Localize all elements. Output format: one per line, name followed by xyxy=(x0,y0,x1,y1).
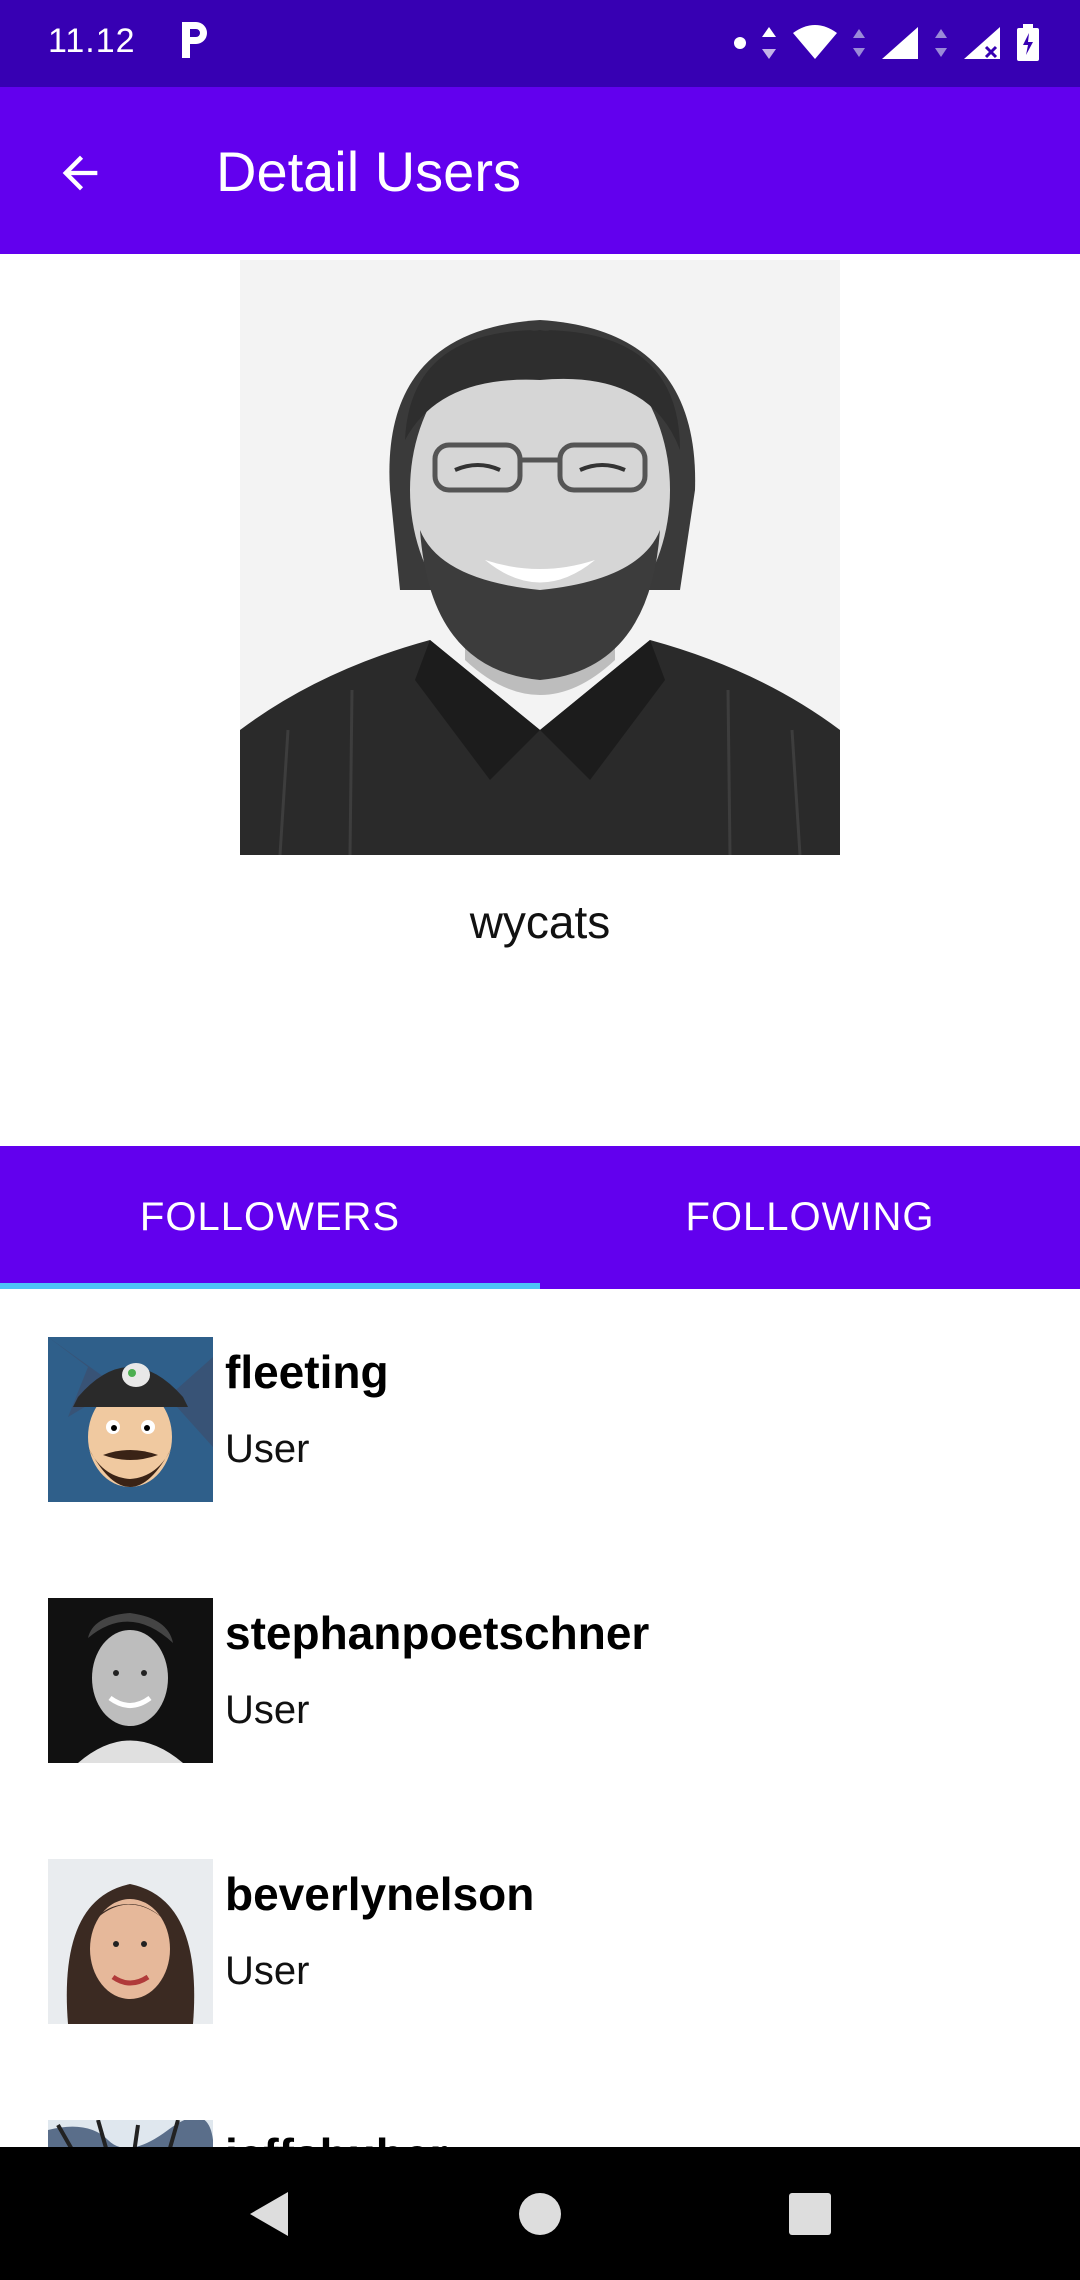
user-name: stephanpoetschner xyxy=(225,1607,650,1659)
nav-recents-button[interactable] xyxy=(750,2147,870,2280)
dot-icon xyxy=(734,37,746,49)
avatar xyxy=(48,1598,213,1763)
user-name: fleeting xyxy=(225,1346,389,1398)
data-arrows-icon xyxy=(935,29,947,57)
signal-icon xyxy=(882,27,918,59)
app-bar: Detail Users xyxy=(0,87,1080,254)
tab-following[interactable]: FOLLOWING xyxy=(540,1146,1080,1289)
status-bar: 11.12 xyxy=(0,0,1080,87)
user-name: beverlynelson xyxy=(225,1868,535,1920)
signal-no-sim-icon xyxy=(964,27,1000,59)
back-button[interactable] xyxy=(40,133,120,213)
recents-square-icon xyxy=(789,2192,831,2235)
parking-icon xyxy=(182,22,207,58)
back-triangle-icon xyxy=(250,2191,288,2236)
list-item[interactable]: jeffshuber User xyxy=(0,2072,1080,2147)
status-icons xyxy=(734,20,1040,66)
user-type: User xyxy=(225,1427,310,1471)
wifi-icon xyxy=(793,25,837,59)
avatar xyxy=(48,1337,213,1502)
tab-bar: FOLLOWERS FOLLOWING xyxy=(0,1146,1080,1289)
nav-home-button[interactable] xyxy=(480,2147,600,2280)
avatar xyxy=(48,2120,213,2147)
tab-followers[interactable]: FOLLOWERS xyxy=(0,1146,540,1289)
nav-back-button[interactable] xyxy=(208,2147,328,2280)
list-item[interactable]: stephanpoetschner User xyxy=(0,1550,1080,1811)
user-type: User xyxy=(225,1949,310,1993)
followers-list[interactable]: fleeting User stephanpoetschner User bev… xyxy=(0,1289,1080,2147)
profile-photo xyxy=(240,260,840,855)
user-type: User xyxy=(225,1688,310,1732)
page-title: Detail Users xyxy=(216,140,521,203)
arrow-back-icon xyxy=(62,155,98,191)
data-arrows-icon xyxy=(762,27,776,59)
tab-label: FOLLOWING xyxy=(685,1195,935,1239)
avatar xyxy=(48,1859,213,2024)
tab-label: FOLLOWERS xyxy=(139,1195,401,1239)
battery-charging-icon xyxy=(1017,24,1039,61)
list-item[interactable]: fleeting User xyxy=(0,1289,1080,1550)
data-arrows-icon xyxy=(853,29,865,57)
username: wycats xyxy=(469,896,611,948)
home-circle-icon xyxy=(519,2192,561,2235)
list-item[interactable]: beverlynelson User xyxy=(0,1811,1080,2072)
status-time: 11.12 xyxy=(48,22,136,60)
system-nav-bar xyxy=(0,2147,1080,2280)
user-name: jeffshuber xyxy=(225,2128,447,2147)
